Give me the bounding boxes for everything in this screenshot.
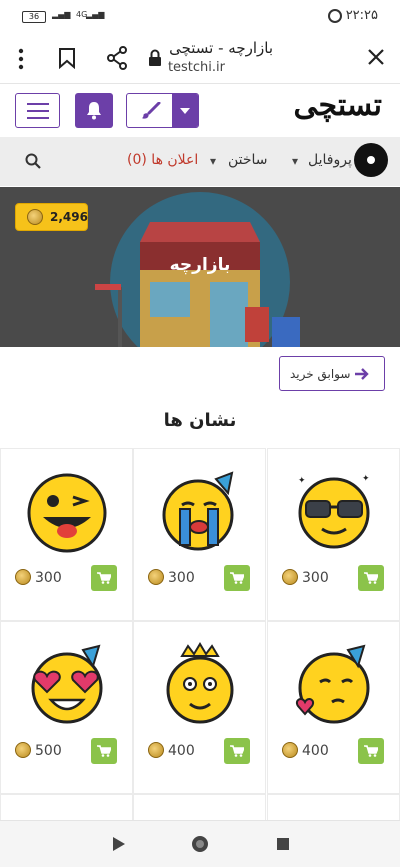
blowing-kiss-party-emoji-icon	[295, 644, 369, 724]
url-domain[interactable]: testchi.ir	[168, 60, 225, 75]
lock-icon	[149, 49, 161, 66]
coin-icon	[27, 209, 43, 225]
page-title: بازارچه - تستچی	[169, 39, 273, 57]
alarm-icon	[328, 9, 342, 23]
coin-icon	[15, 742, 31, 758]
browser-url-bar: بازارچه - تستچی testchi.ir	[0, 34, 400, 84]
coin-balance-badge: 2,496	[15, 203, 88, 231]
svg-text:✦: ✦	[298, 476, 306, 486]
status-time: ۲۲:۲۵	[345, 8, 378, 23]
coin-icon	[148, 742, 164, 758]
dropdown-toggle[interactable]	[172, 94, 198, 127]
winking-tongue-emoji-icon	[27, 473, 106, 553]
signal-icon: ▂▄▆	[52, 10, 71, 19]
site-logo[interactable]: تستچی	[293, 88, 382, 123]
purchase-history-label: سوابق خرید	[290, 367, 351, 381]
badge-price: 400	[282, 742, 329, 759]
purchase-history-button[interactable]: سوابق خرید	[279, 356, 385, 391]
signal-icon-2: ▂▄▆	[86, 10, 105, 19]
share-icon[interactable]	[106, 46, 128, 70]
badge-price: 300	[282, 569, 329, 586]
recents-icon[interactable]	[277, 838, 289, 850]
badge-card[interactable]: 300	[133, 448, 266, 621]
caret-down-icon	[180, 108, 190, 114]
brush-icon	[142, 102, 161, 119]
badge-price: 500	[15, 742, 62, 759]
badge-card[interactable]: 400	[133, 621, 266, 794]
chevron-down-icon: ▾	[210, 154, 217, 168]
crowned-old-emoji-icon	[166, 642, 233, 724]
badge-price: 300	[15, 569, 62, 586]
coin-icon	[282, 742, 298, 758]
system-nav-bar	[0, 820, 400, 867]
arrow-right-icon	[355, 368, 369, 380]
battery-indicator: 36	[22, 11, 46, 23]
back-icon[interactable]	[113, 837, 125, 851]
cart-icon	[230, 745, 244, 757]
add-to-cart-button[interactable]	[224, 565, 250, 591]
badge-card[interactable]: 500	[0, 621, 133, 794]
banner-title: بازارچه	[169, 255, 231, 275]
create-dropdown-button[interactable]	[126, 93, 199, 128]
add-to-cart-button[interactable]	[91, 738, 117, 764]
add-to-cart-button[interactable]	[224, 738, 250, 764]
bell-icon	[87, 102, 101, 120]
notifications-button[interactable]	[75, 93, 113, 128]
cart-icon	[97, 572, 111, 584]
badge-price: 300	[148, 569, 195, 586]
nav-build[interactable]: ساختن	[228, 152, 268, 168]
svg-text:✦: ✦	[362, 474, 370, 484]
badge-price: 400	[148, 742, 195, 759]
heart-eyes-party-emoji-icon	[31, 644, 102, 724]
bookmark-icon[interactable]	[58, 47, 76, 69]
cart-icon	[230, 572, 244, 584]
badge-card[interactable]: ✦ ✦ 300	[267, 448, 400, 621]
crying-party-emoji-icon	[162, 471, 233, 551]
coin-icon	[282, 569, 298, 585]
status-bar: 36 ▂▄▆ 4G ▂▄▆ ۲۲:۲۵	[0, 0, 400, 34]
cart-icon	[364, 572, 378, 584]
cart-icon	[97, 745, 111, 757]
hamburger-menu-button[interactable]	[15, 93, 60, 128]
coin-icon	[15, 569, 31, 585]
add-to-cart-button[interactable]	[358, 565, 384, 591]
cart-icon	[364, 745, 378, 757]
nav-profile[interactable]: پروفایل	[308, 152, 352, 168]
nav-notices[interactable]: اعلان ها (0)	[127, 152, 198, 168]
close-tab-icon[interactable]	[367, 48, 385, 66]
avatar[interactable]	[354, 143, 388, 177]
search-icon[interactable]	[25, 153, 41, 169]
add-to-cart-button[interactable]	[91, 565, 117, 591]
cool-sunglasses-emoji-icon: ✦ ✦	[298, 474, 370, 549]
coin-balance: 2,496	[50, 210, 88, 224]
section-title: نشان ها	[163, 410, 237, 431]
more-options-icon[interactable]	[17, 48, 25, 70]
badge-card[interactable]: 300	[0, 448, 133, 621]
badge-card[interactable]: 400	[267, 621, 400, 794]
home-icon[interactable]	[191, 835, 209, 853]
add-to-cart-button[interactable]	[358, 738, 384, 764]
chevron-down-icon: ▾	[292, 154, 299, 168]
coin-icon	[148, 569, 164, 585]
